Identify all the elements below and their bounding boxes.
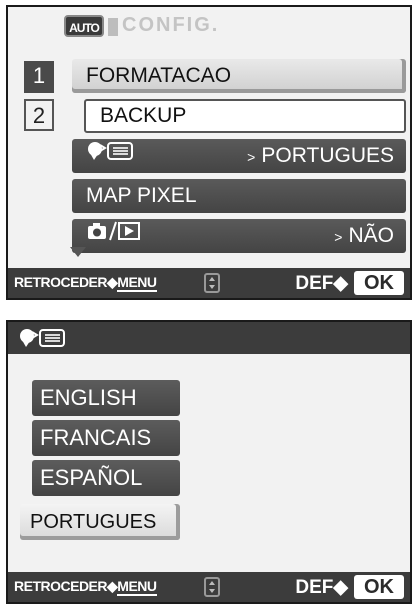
ok-button[interactable]: OK <box>354 271 404 295</box>
ok-button[interactable]: OK <box>354 575 404 599</box>
diamond-icon: ◆ <box>107 274 118 290</box>
footer-bar: RETROCEDER◆MENU DEF◆ OK <box>8 572 410 602</box>
menu-item-backup[interactable]: BACKUP <box>84 99 406 133</box>
camera-playback-icon <box>86 219 144 253</box>
back-menu-hint[interactable]: RETROCEDER◆MENU <box>14 578 157 596</box>
diamond-icon: ◆ <box>107 578 118 594</box>
language-option-espanol[interactable]: ESPAÑOL <box>32 460 180 496</box>
header-separator <box>108 18 118 36</box>
config-menu-screen: AUTO CONFIG. 1 2 FORMATACAO BACKUP > PORT… <box>6 5 412 300</box>
up-down-icon <box>204 273 220 293</box>
footer-bar: RETROCEDER◆MENU DEF◆ OK <box>8 268 410 298</box>
language-option-portugues[interactable]: PORTUGUES <box>20 504 180 540</box>
page-title: CONFIG. <box>122 14 220 36</box>
language-icon <box>86 139 136 173</box>
arrow-right-icon: > <box>247 149 256 165</box>
menu-item-label: BACKUP <box>100 104 187 127</box>
menu-item-language[interactable]: > PORTUGUES <box>72 139 406 173</box>
language-select-screen: ENGLISH FRANCAIS ESPAÑOL PORTUGUES RETRO… <box>6 320 412 604</box>
set-hint: DEF◆ <box>295 273 348 294</box>
scroll-down-icon <box>70 247 86 257</box>
diamond-icon: ◆ <box>333 273 348 294</box>
diamond-icon: ◆ <box>333 577 348 598</box>
back-menu-hint[interactable]: RETROCEDER◆MENU <box>14 274 157 292</box>
menu-item-formatacao[interactable]: FORMATACAO <box>72 59 406 93</box>
arrow-right-icon: > <box>334 229 343 245</box>
auto-mode-badge: AUTO <box>64 15 104 37</box>
menu-item-label: FORMATACAO <box>86 64 232 87</box>
tab-2[interactable]: 2 <box>24 99 54 131</box>
set-hint: DEF◆ <box>295 577 348 598</box>
language-option-english[interactable]: ENGLISH <box>32 380 180 416</box>
config-header: AUTO CONFIG. <box>8 7 410 45</box>
menu-item-value: > NÃO <box>334 224 394 247</box>
up-down-icon <box>204 577 220 597</box>
menu-item-camera-playback[interactable]: > NÃO <box>72 219 406 253</box>
language-icon <box>18 327 68 354</box>
language-option-francais[interactable]: FRANCAIS <box>32 420 180 456</box>
tab-1[interactable]: 1 <box>24 61 54 93</box>
menu-item-map-pixel[interactable]: MAP PIXEL <box>72 179 406 213</box>
menu-item-value: > PORTUGUES <box>247 144 394 167</box>
menu-item-label: MAP PIXEL <box>86 184 197 207</box>
language-header <box>8 322 410 354</box>
